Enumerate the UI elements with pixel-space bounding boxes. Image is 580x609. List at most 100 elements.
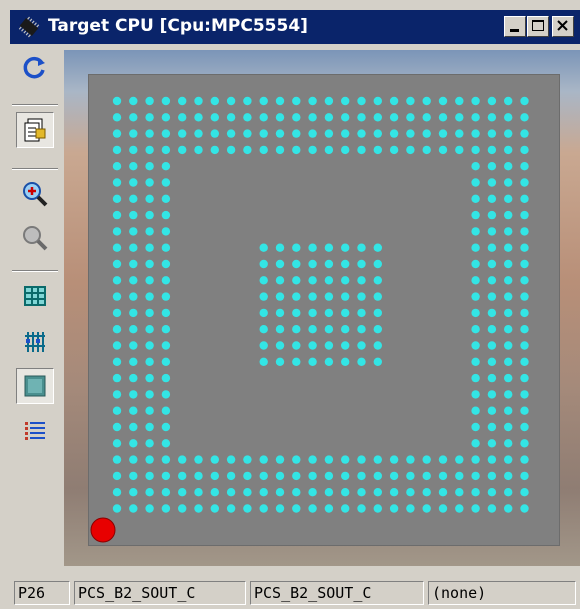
pin[interactable] xyxy=(373,96,382,106)
pin[interactable] xyxy=(504,194,513,203)
pin[interactable] xyxy=(389,113,399,122)
pin[interactable] xyxy=(504,504,513,513)
pin[interactable] xyxy=(520,276,529,285)
pin[interactable] xyxy=(161,96,171,106)
pin[interactable] xyxy=(112,113,122,122)
pin[interactable] xyxy=(259,145,268,155)
pin[interactable] xyxy=(357,113,366,122)
pin[interactable] xyxy=(504,341,513,350)
pin[interactable] xyxy=(194,129,203,138)
pin[interactable] xyxy=(406,113,415,122)
pin[interactable] xyxy=(129,162,138,171)
pin[interactable] xyxy=(520,439,529,448)
pin[interactable] xyxy=(422,471,431,481)
pin[interactable] xyxy=(487,227,497,236)
pin[interactable] xyxy=(455,504,464,513)
pin[interactable] xyxy=(129,178,138,187)
pin[interactable] xyxy=(487,422,497,432)
pin[interactable] xyxy=(487,178,497,187)
pin[interactable] xyxy=(145,292,154,301)
pin[interactable] xyxy=(129,276,138,285)
pin[interactable] xyxy=(324,488,334,497)
pin[interactable] xyxy=(194,455,203,464)
pin[interactable] xyxy=(161,227,171,236)
pin[interactable] xyxy=(406,504,415,513)
pin[interactable] xyxy=(341,488,350,497)
pin[interactable] xyxy=(112,227,122,236)
pin[interactable] xyxy=(504,276,513,285)
pin[interactable] xyxy=(422,488,431,497)
pin[interactable] xyxy=(341,96,350,106)
pin[interactable] xyxy=(129,422,138,432)
pin[interactable] xyxy=(145,455,154,464)
pin[interactable] xyxy=(259,259,268,269)
pin[interactable] xyxy=(504,422,513,432)
pin[interactable] xyxy=(259,488,268,497)
pin[interactable] xyxy=(487,243,497,252)
pin[interactable] xyxy=(145,488,154,497)
pin[interactable] xyxy=(324,243,334,252)
pin[interactable] xyxy=(520,308,529,318)
pin[interactable] xyxy=(406,96,415,106)
pin[interactable] xyxy=(487,162,497,171)
pin[interactable] xyxy=(487,439,497,448)
pin[interactable] xyxy=(145,422,154,432)
pin[interactable] xyxy=(145,341,154,350)
pin[interactable] xyxy=(520,162,529,171)
pin[interactable] xyxy=(161,406,171,415)
pin[interactable] xyxy=(406,129,415,138)
pin[interactable] xyxy=(259,292,268,301)
pin[interactable] xyxy=(275,341,285,350)
pin[interactable] xyxy=(471,276,480,285)
pin[interactable] xyxy=(275,145,285,155)
pin[interactable] xyxy=(471,308,480,318)
pin[interactable] xyxy=(243,488,252,497)
pin[interactable] xyxy=(504,145,513,155)
pin[interactable] xyxy=(112,276,122,285)
pin[interactable] xyxy=(520,292,529,301)
zoom-in-button[interactable] xyxy=(16,176,54,212)
pin[interactable] xyxy=(112,162,122,171)
list-view-button[interactable] xyxy=(16,412,54,448)
pin[interactable] xyxy=(259,243,268,252)
pin[interactable] xyxy=(373,455,382,464)
pin[interactable] xyxy=(455,455,464,464)
pin[interactable] xyxy=(373,471,382,481)
pin[interactable] xyxy=(112,292,122,301)
pin[interactable] xyxy=(471,227,480,236)
pin[interactable] xyxy=(471,178,480,187)
pin[interactable] xyxy=(324,259,334,269)
pin[interactable] xyxy=(504,113,513,122)
pin[interactable] xyxy=(178,488,187,497)
pin[interactable] xyxy=(341,308,350,318)
pin[interactable] xyxy=(259,504,268,513)
pin[interactable] xyxy=(471,129,480,138)
pin[interactable] xyxy=(129,455,138,464)
pin[interactable] xyxy=(161,488,171,497)
pin[interactable] xyxy=(373,504,382,513)
pin[interactable] xyxy=(129,243,138,252)
pin[interactable] xyxy=(373,276,382,285)
pin[interactable] xyxy=(275,292,285,301)
pin[interactable] xyxy=(341,276,350,285)
pin[interactable] xyxy=(373,325,382,334)
pin[interactable] xyxy=(308,488,317,497)
pin[interactable] xyxy=(504,162,513,171)
pin[interactable] xyxy=(194,488,203,497)
pin[interactable] xyxy=(455,145,464,155)
pin[interactable] xyxy=(357,471,366,481)
pin[interactable] xyxy=(275,259,285,269)
pin[interactable] xyxy=(373,308,382,318)
pin[interactable] xyxy=(373,243,382,252)
pin[interactable] xyxy=(324,276,334,285)
pin[interactable] xyxy=(145,439,154,448)
pin[interactable] xyxy=(292,145,301,155)
pin[interactable] xyxy=(471,243,480,252)
pin[interactable] xyxy=(357,96,366,106)
pin[interactable] xyxy=(324,471,334,481)
pin[interactable] xyxy=(504,178,513,187)
pin[interactable] xyxy=(487,194,497,203)
pin[interactable] xyxy=(112,259,122,269)
pin[interactable] xyxy=(308,341,317,350)
pin[interactable] xyxy=(504,210,513,220)
